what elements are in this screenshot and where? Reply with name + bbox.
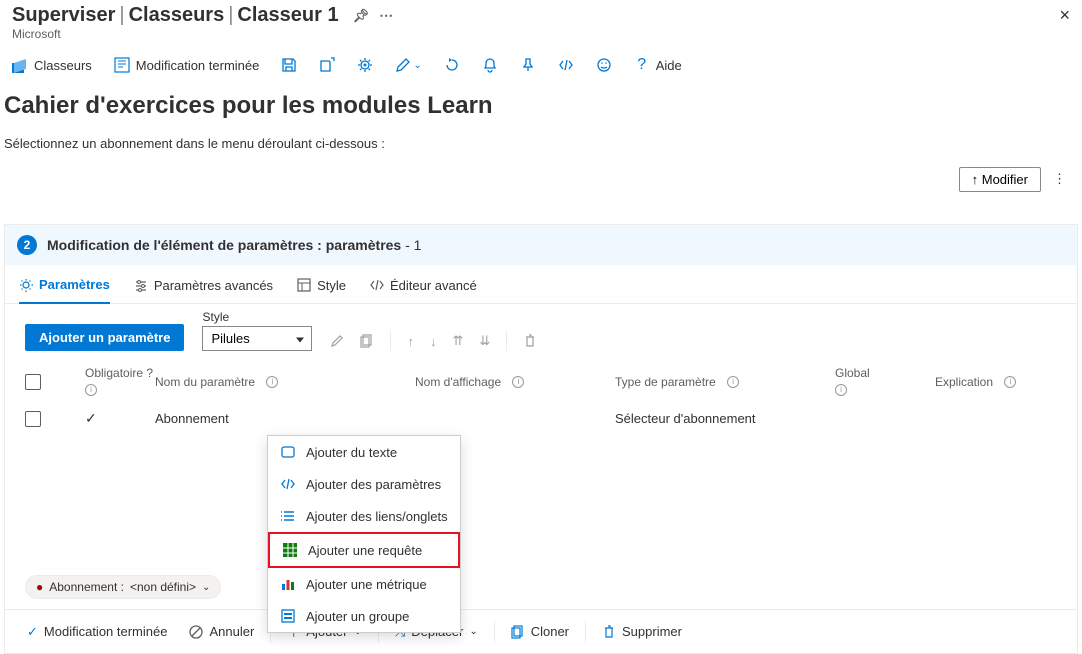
pin-toolbar-icon[interactable] (520, 57, 536, 73)
workbook-icon (12, 57, 28, 73)
text-icon (280, 444, 296, 460)
menu-add-text[interactable]: Ajouter du texte (268, 436, 460, 468)
tab-adv-editor[interactable]: Éditeur avancé (370, 277, 477, 303)
select-all-checkbox[interactable] (25, 374, 41, 390)
edit-pencil-icon[interactable] (395, 57, 411, 73)
top-icon[interactable]: ⇈ (452, 333, 463, 349)
chart-icon (280, 576, 296, 592)
menu-add-params[interactable]: Ajouter des paramètres (268, 468, 460, 500)
code-icon[interactable] (558, 57, 574, 73)
menu-add-group[interactable]: Ajouter un groupe (268, 600, 460, 632)
params-panel: 2 Modification de l'élément de paramètre… (4, 224, 1078, 654)
refresh-icon[interactable] (444, 57, 460, 73)
settings-gear-icon[interactable] (357, 57, 373, 73)
done-editing-button[interactable]: ✓ Modification terminée (19, 620, 175, 644)
close-button[interactable]: × (1059, 5, 1070, 26)
param-name-cell: Abonnement (155, 411, 415, 426)
info-icon[interactable]: i (727, 376, 739, 388)
clone-button[interactable]: Cloner (503, 620, 577, 643)
gear-icon (19, 278, 33, 292)
menu-add-query[interactable]: Ajouter une requête (268, 532, 460, 568)
tab-adv-params[interactable]: Paramètres avancés (134, 277, 273, 303)
style-label: Style (202, 310, 312, 324)
delete-button[interactable]: Supprimer (594, 620, 690, 643)
info-icon[interactable]: i (1004, 376, 1016, 388)
table-header: Obligatoire ? i Nom du paramètre i Nom d… (5, 361, 1077, 402)
copy-icon[interactable] (360, 334, 374, 348)
check-icon: ✓ (27, 624, 38, 640)
cancel-icon (189, 625, 203, 639)
cancel-button[interactable]: Annuler (181, 620, 262, 643)
subtitle: Microsoft (0, 27, 1082, 49)
list-icon (280, 508, 296, 524)
help-icon: ? (634, 57, 650, 73)
bottom-toolbar: ✓ Modification terminée Annuler ＋ Ajoute… (5, 609, 1077, 653)
trash-icon[interactable] (523, 334, 537, 348)
breadcrumb-item[interactable]: Classeur 1 (237, 4, 338, 27)
modifier-button[interactable]: ↑ Modifier (959, 167, 1041, 192)
code-tab-icon (370, 278, 384, 292)
info-icon[interactable]: i (85, 384, 97, 396)
toolbar: Classeurs Modification terminée ⌄ ? Aide (0, 49, 1082, 82)
down-icon[interactable]: ↓ (430, 334, 437, 349)
up-icon[interactable]: ↑ (407, 334, 414, 349)
save-icon[interactable] (281, 57, 297, 73)
chevron-down-icon: ⌄ (202, 582, 210, 593)
info-icon[interactable]: i (835, 384, 847, 396)
step-badge: 2 (17, 235, 37, 255)
notify-icon[interactable] (482, 57, 498, 73)
breadcrumb-section[interactable]: Classeurs (129, 4, 225, 27)
clone-icon (511, 625, 525, 639)
chevron-down-icon: ⌄ (469, 626, 477, 637)
required-check-icon: ✓ (85, 410, 155, 427)
info-icon[interactable]: i (266, 376, 278, 388)
page-description: Sélectionnez un abonnement dans le menu … (0, 124, 1082, 159)
panel-header: 2 Modification de l'élément de paramètre… (5, 225, 1077, 265)
style-icon (297, 278, 311, 292)
param-type-cell: Sélecteur d'abonnement (615, 411, 835, 426)
breadcrumb: Superviser | Classeurs | Classeur 1 📌︎ ⋯ (12, 4, 393, 27)
more-icon[interactable]: ⋯ (379, 7, 393, 24)
code-menu-icon (280, 476, 296, 492)
add-context-menu: Ajouter du texte Ajouter des paramètres … (267, 435, 461, 633)
action-icons: ↑ ↓ ⇈ ⇊ (330, 331, 537, 351)
warning-icon: ● (36, 580, 43, 594)
edit-chevron-icon[interactable]: ⌄ (413, 60, 421, 71)
help-button[interactable]: ? Aide (634, 57, 682, 73)
pin-icon[interactable]: 📌︎ (353, 8, 370, 24)
tab-style[interactable]: Style (297, 277, 346, 303)
page-title: Cahier d'exercices pour les modules Lear… (0, 82, 1082, 124)
grid-icon (282, 542, 298, 558)
info-icon[interactable]: i (512, 376, 524, 388)
tab-bar: Paramètres Paramètres avancés Style Édit… (5, 265, 1077, 304)
row-checkbox[interactable] (25, 411, 41, 427)
subscription-pill[interactable]: ● Abonnement : <non défini> ⌄ (25, 575, 221, 599)
menu-add-links[interactable]: Ajouter des liens/onglets (268, 500, 460, 532)
tab-parametres[interactable]: Paramètres (19, 277, 110, 304)
delete-icon (602, 625, 616, 639)
edit-icon[interactable] (330, 334, 344, 348)
save-as-icon[interactable] (319, 57, 335, 73)
more-vert-icon[interactable]: ⋮ (1049, 167, 1070, 192)
style-select[interactable]: Pilules (202, 326, 312, 351)
modif-done-button[interactable]: Modification terminée (114, 57, 260, 73)
param-row[interactable]: ✓ Abonnement Sélecteur d'abonnement (5, 402, 1077, 435)
add-param-button[interactable]: Ajouter un paramètre (25, 324, 184, 351)
classeurs-button[interactable]: Classeurs (12, 57, 92, 73)
edit-done-icon (114, 57, 130, 73)
group-icon (280, 608, 296, 624)
breadcrumb-root[interactable]: Superviser (12, 4, 115, 27)
bottom-icon[interactable]: ⇊ (479, 333, 490, 349)
smile-icon[interactable] (596, 57, 612, 73)
menu-add-metric[interactable]: Ajouter une métrique (268, 568, 460, 600)
sliders-icon (134, 278, 148, 292)
